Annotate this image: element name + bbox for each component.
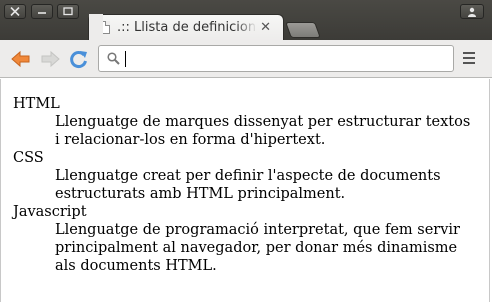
reload-icon: [70, 51, 87, 68]
definition-list: HTML Llenguatge de marques dissenyat per…: [13, 95, 489, 275]
tab-close-icon[interactable]: ✕: [260, 20, 271, 35]
window-minimize-button[interactable]: [31, 4, 53, 19]
maximize-icon: [63, 7, 73, 16]
page-icon: [100, 21, 110, 34]
address-bar[interactable]: [98, 45, 454, 72]
back-arrow-icon: [11, 50, 30, 68]
title-bar: .:: Llista de definicions ✕: [0, 0, 492, 41]
active-tab[interactable]: .:: Llista de definicions ✕: [88, 14, 284, 41]
profile-button[interactable]: [460, 4, 484, 19]
definition-term: HTML: [13, 96, 60, 112]
definition-term: CSS: [13, 150, 44, 166]
definition-description: Llenguatge creat per definir l'aspecte d…: [55, 168, 441, 202]
new-tab-button[interactable]: [285, 22, 321, 38]
reload-button[interactable]: [68, 49, 90, 69]
close-icon: [10, 7, 20, 16]
forward-button[interactable]: [39, 49, 61, 69]
user-icon: [468, 7, 476, 17]
back-button[interactable]: [10, 49, 32, 69]
search-icon: [107, 52, 120, 65]
menu-button[interactable]: [463, 52, 475, 67]
browser-window: .:: Llista de definicions ✕ HTML Llengua…: [0, 0, 492, 304]
window-close-button[interactable]: [4, 4, 26, 19]
text-cursor: [125, 51, 126, 67]
definition-term: Javascript: [13, 204, 87, 220]
browser-toolbar: [0, 40, 492, 78]
window-maximize-button[interactable]: [57, 4, 79, 19]
tab-title: .:: Llista de definicions: [117, 20, 257, 35]
definition-description: Llenguatge de programació interpretat, q…: [55, 222, 460, 274]
menu-icon: [463, 52, 475, 54]
definition-description: Llenguatge de marques dissenyat per estr…: [55, 114, 471, 148]
minimize-icon: [38, 12, 46, 14]
forward-arrow-icon: [41, 50, 60, 68]
page-content: HTML Llenguatge de marques dissenyat per…: [0, 79, 490, 302]
